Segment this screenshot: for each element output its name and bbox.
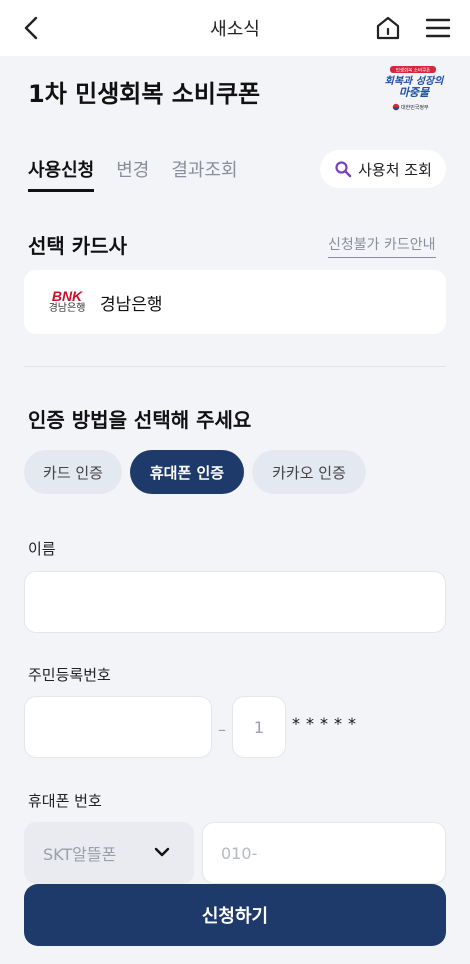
selected-bank-card[interactable]: BNK 경남은행 경남은행 xyxy=(24,270,446,334)
header-title: 새소식 xyxy=(210,19,260,40)
page-title: 1차 민생회복 소비쿠폰 xyxy=(28,80,261,108)
rrn-front-input[interactable] xyxy=(24,696,212,758)
auth-method-group: 카드 인증 휴대폰 인증 카카오 인증 xyxy=(24,450,366,494)
home-icon[interactable] xyxy=(374,14,402,42)
auth-method-kakao[interactable]: 카카오 인증 xyxy=(252,450,366,494)
rrn-label: 주민등록번호 xyxy=(28,666,111,684)
submit-button[interactable]: 신청하기 xyxy=(24,884,446,946)
campaign-logo: 민생회복 소비쿠폰 회복과 성장의 마중물 대한민국정부 xyxy=(385,66,445,111)
chevron-left-icon[interactable] xyxy=(18,14,46,42)
rrn-masked-digits: ***** xyxy=(292,714,362,733)
bank-name: 경남은행 xyxy=(100,294,163,315)
hamburger-menu-icon[interactable] xyxy=(424,14,452,42)
svg-text:민생회복 소비쿠폰: 민생회복 소비쿠폰 xyxy=(396,67,431,74)
name-label: 이름 xyxy=(28,540,56,558)
top-app-bar: 새소식 xyxy=(0,0,470,56)
auth-section-title: 인증 방법을 선택해 주세요 xyxy=(28,408,252,432)
rrn-separator: – xyxy=(218,720,226,739)
bank-logo: BNK 경남은행 xyxy=(44,286,90,318)
card-section-title: 선택 카드사 xyxy=(28,234,127,258)
tab-change[interactable]: 변경 xyxy=(116,156,149,192)
store-search-button[interactable]: 사용처 조회 xyxy=(320,150,446,188)
name-input[interactable] xyxy=(24,571,446,633)
auth-method-card[interactable]: 카드 인증 xyxy=(24,450,122,494)
tab-result[interactable]: 결과조회 xyxy=(171,156,237,192)
chevron-down-icon xyxy=(154,847,170,857)
section-divider xyxy=(24,366,446,367)
unavailable-card-guide-link[interactable]: 신청불가 카드안내 xyxy=(328,234,436,258)
svg-text:대한민국정부: 대한민국정부 xyxy=(401,104,429,111)
tab-bar: 사용신청 변경 결과조회 xyxy=(28,156,238,192)
bank-logo-text: BNK xyxy=(51,288,83,304)
phone-label: 휴대폰 번호 xyxy=(28,792,102,810)
search-icon xyxy=(335,161,352,178)
rrn-back-digit-input[interactable]: 1 xyxy=(232,696,286,758)
svg-text:마중물: 마중물 xyxy=(399,86,431,99)
bank-logo-sub: 경남은행 xyxy=(48,303,86,314)
auth-method-phone[interactable]: 휴대폰 인증 xyxy=(130,450,244,494)
tab-apply[interactable]: 사용신청 xyxy=(28,156,95,192)
phone-number-input[interactable]: 010- xyxy=(202,822,446,884)
store-search-label: 사용처 조회 xyxy=(358,160,432,179)
